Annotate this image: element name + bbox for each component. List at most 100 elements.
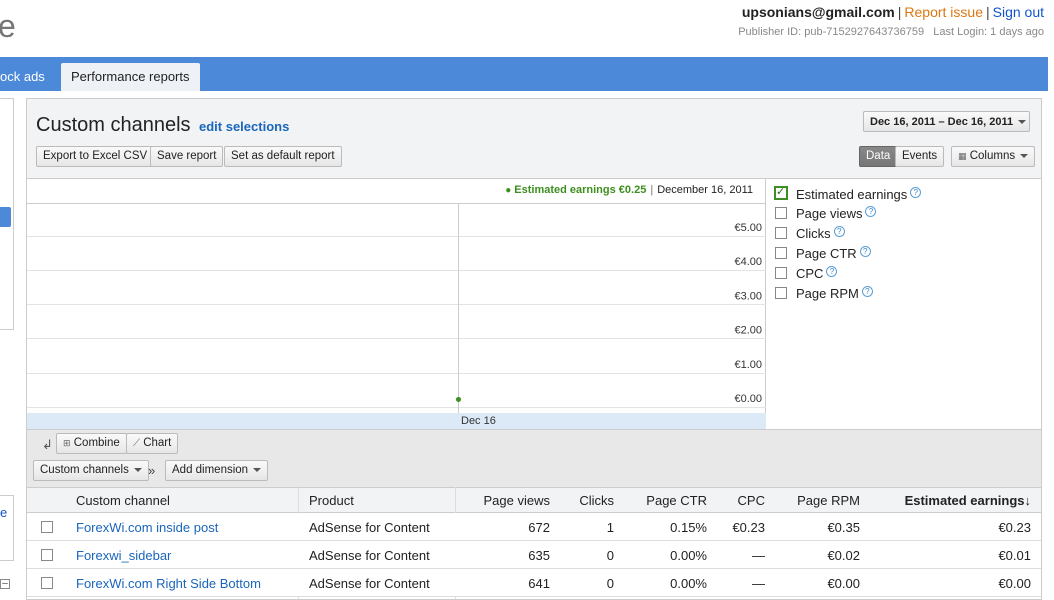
earnings-cell: €0.01 — [998, 548, 1031, 563]
help-icon[interactable]: ? — [861, 286, 873, 297]
column-header[interactable]: Page views — [484, 493, 550, 508]
metric-checkbox[interactable] — [775, 227, 787, 239]
series-dot-icon: ● — [505, 185, 512, 196]
report-panel: Custom channels edit selections Dec 16, … — [26, 98, 1042, 600]
metric-label: Page CTR — [796, 246, 857, 261]
y-tick-label: €3.00 — [734, 290, 762, 302]
metric-checkbox[interactable] — [775, 247, 787, 259]
dimension-select[interactable]: Custom channels — [33, 460, 149, 481]
chart-area: ● Estimated earnings €0.25 | December 16, 2… — [27, 179, 766, 429]
row-checkbox[interactable] — [41, 521, 53, 533]
columns-label: Columns — [969, 150, 1016, 162]
column-header[interactable]: CPC — [738, 493, 765, 508]
chevron-down-icon — [1018, 120, 1027, 125]
columns-icon: ▦ — [958, 151, 967, 161]
metric-checkbox[interactable] — [775, 287, 787, 299]
page-views-cell: 635 — [528, 548, 550, 563]
y-tick-label: €0.00 — [734, 393, 762, 405]
page-rpm-cell: €0.02 — [827, 548, 860, 563]
chart-button[interactable]: ⟋ Chart — [126, 433, 179, 454]
events-view-button[interactable]: Events — [895, 146, 945, 167]
set-default-report-button[interactable]: Set as default report — [224, 146, 342, 167]
metric-checkbox[interactable] — [774, 185, 788, 200]
product-cell: AdSense for Content — [309, 576, 430, 591]
clicks-cell: 0 — [606, 576, 614, 591]
sidebar-selected-item[interactable] — [0, 207, 11, 227]
row-checkbox[interactable] — [41, 549, 53, 561]
earnings-cell: €0.23 — [998, 520, 1031, 535]
metric-label: Clicks — [796, 226, 831, 241]
publisher-info: Publisher ID: pub-7152927643736759 Last … — [738, 26, 1044, 38]
table-row: Forexwi_sidebar AdSense for Content 635 0 0.… — [27, 541, 1041, 569]
data-view-button[interactable]: Data — [859, 146, 898, 167]
cpc-cell: — — [752, 576, 765, 591]
cpc-cell: — — [752, 548, 765, 563]
earnings-chart[interactable]: €5.00 €4.00 €3.00 €2.00 €1.00 €0.00 — [27, 203, 766, 413]
chart-icon: ⟋ — [133, 438, 140, 449]
metric-label: CPC — [796, 266, 824, 281]
page-title: Custom channels — [36, 114, 191, 136]
metric-page-ctr[interactable]: Page CTR? — [775, 246, 871, 261]
help-icon[interactable]: ? — [833, 226, 845, 237]
metric-page-views[interactable]: Page views? — [775, 206, 877, 221]
page-rpm-cell: €0.00 — [827, 576, 860, 591]
metric-checkbox[interactable] — [775, 267, 787, 279]
product-cell: AdSense for Content — [309, 548, 430, 563]
y-tick-label: €2.00 — [734, 325, 762, 337]
legend-date: December 16, 2011 — [657, 184, 753, 196]
metric-checkbox[interactable] — [775, 207, 787, 219]
combine-label: Combine — [73, 437, 120, 449]
help-icon[interactable]: ? — [859, 246, 871, 257]
clicks-cell: 0 — [606, 548, 614, 563]
page-views-cell: 672 — [528, 520, 550, 535]
channel-name-link[interactable]: Forexwi_sidebar — [76, 548, 171, 563]
help-icon[interactable]: ? — [865, 206, 877, 217]
page-views-cell: 641 — [528, 576, 550, 591]
metric-estimated-earnings[interactable]: Estimated earnings? — [774, 185, 922, 202]
row-checkbox[interactable] — [41, 577, 53, 589]
account-links: upsonians@gmail.com | Report issue | Sign ou… — [741, 4, 1044, 20]
column-header[interactable]: Page CTR — [646, 493, 707, 508]
report-header: Custom channels edit selections Dec 16, … — [27, 99, 1041, 179]
x-tick-label: Dec 16 — [461, 415, 496, 427]
export-csv-button[interactable]: Export to Excel CSV — [36, 146, 155, 167]
metric-page-rpm[interactable]: Page RPM? — [775, 286, 873, 301]
clicks-cell: 1 — [606, 520, 614, 535]
x-axis-bar — [27, 413, 766, 429]
breadcrumb-separator: » — [148, 463, 156, 478]
save-report-button[interactable]: Save report — [150, 146, 224, 167]
collapse-icon[interactable]: – — [0, 579, 10, 589]
column-header[interactable]: Clicks — [579, 493, 614, 508]
legend-metric: Estimated earnings €0.25 — [514, 184, 647, 196]
channel-name-link[interactable]: ForexWi.com Right Side Bottom — [76, 576, 261, 591]
add-dimension-label: Add dimension — [172, 464, 249, 476]
metric-clicks[interactable]: Clicks? — [775, 226, 845, 241]
channel-name-link[interactable]: ForexWi.com inside post — [76, 520, 218, 535]
metric-cpc[interactable]: CPC? — [775, 266, 838, 281]
columns-button[interactable]: ▦ Columns — [951, 146, 1036, 167]
combine-icon: ⊞ — [63, 438, 71, 448]
column-header[interactable]: Page RPM — [797, 493, 860, 508]
column-header-sorted[interactable]: Estimated earnings↓ — [905, 493, 1031, 508]
data-point[interactable] — [456, 396, 461, 402]
cpc-cell: €0.23 — [732, 520, 765, 535]
combine-button[interactable]: ⊞ Combine — [56, 433, 127, 454]
tab-block-ads[interactable]: ock ads — [0, 69, 45, 84]
page-rpm-cell: €0.35 — [827, 520, 860, 535]
sidebar-link[interactable]: e — [0, 505, 7, 520]
metric-selector: Estimated earnings? Page views? Clicks? … — [767, 179, 1041, 429]
help-icon[interactable]: ? — [910, 187, 922, 198]
add-dimension-select[interactable]: Add dimension — [165, 460, 269, 481]
help-icon[interactable]: ? — [826, 266, 838, 277]
date-range-picker[interactable]: Dec 16, 2011 – Dec 16, 2011 — [863, 111, 1030, 132]
edit-selections-link[interactable]: edit selections — [199, 119, 289, 134]
report-issue-link[interactable]: Report issue — [904, 4, 983, 20]
tab-performance-reports[interactable]: Performance reports — [61, 63, 200, 91]
sign-out-link[interactable]: Sign out — [993, 4, 1044, 20]
column-header[interactable]: Product — [309, 493, 354, 508]
y-tick-label: €5.00 — [734, 222, 762, 234]
page-ctr-cell: 0.15% — [670, 520, 707, 535]
chevron-down-icon — [253, 467, 262, 472]
earnings-cell: €0.00 — [998, 576, 1031, 591]
column-header[interactable]: Custom channel — [76, 493, 170, 508]
